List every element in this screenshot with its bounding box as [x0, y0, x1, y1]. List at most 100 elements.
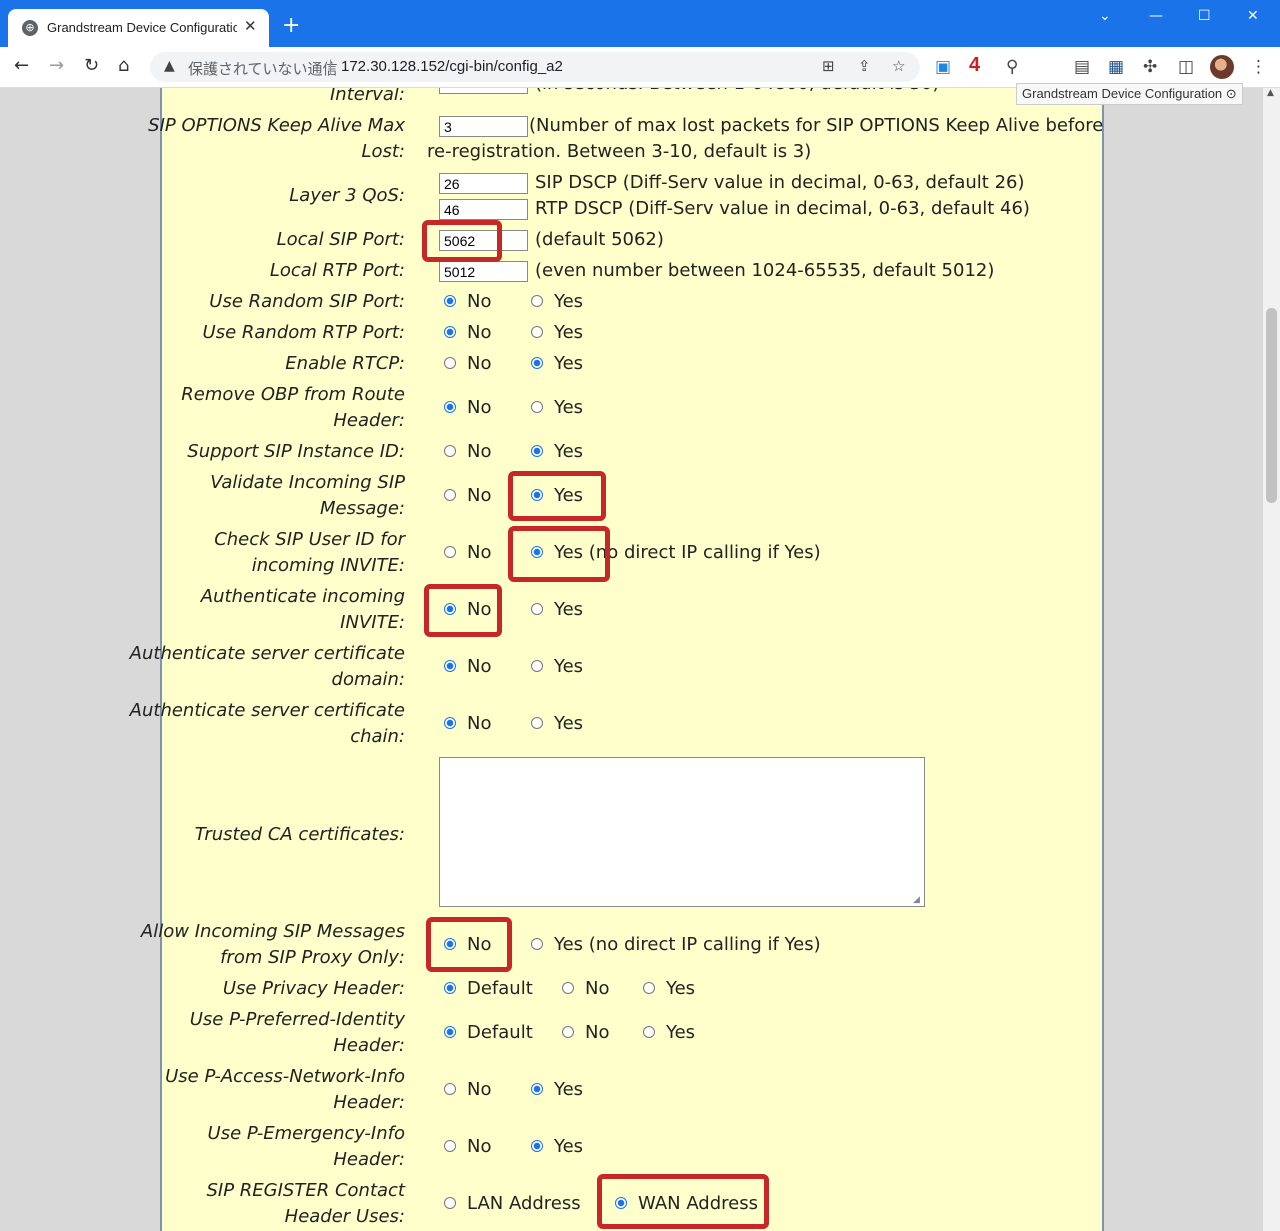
scrollbar-thumb[interactable]: [1266, 308, 1277, 503]
random-sip-port-yes-label[interactable]: Yes: [554, 289, 583, 315]
local-rtp-port-input[interactable]: 5012: [439, 261, 528, 282]
check-user-id-label-1: Check SIP User ID for: [214, 529, 405, 550]
p-preferred-yes-label[interactable]: Yes: [666, 1020, 695, 1046]
privacy-no-label[interactable]: No: [585, 976, 609, 1002]
options-max-lost-input[interactable]: 3: [439, 116, 528, 137]
auth-cert-domain-yes-radio[interactable]: [531, 660, 543, 672]
p-access-yes-radio[interactable]: [531, 1083, 543, 1095]
privacy-yes-radio[interactable]: [643, 982, 655, 994]
p-emergency-no-radio[interactable]: [444, 1140, 456, 1152]
validate-incoming-no-radio[interactable]: [444, 489, 456, 501]
random-rtp-port-no-radio[interactable]: [444, 326, 456, 338]
auth-invite-yes-label[interactable]: Yes: [554, 597, 583, 623]
privacy-default-radio[interactable]: [444, 982, 456, 994]
p-preferred-default-radio[interactable]: [444, 1026, 456, 1038]
auth-cert-domain-yes-label[interactable]: Yes: [554, 654, 583, 680]
url-text[interactable]: 172.30.128.152/cgi-bin/config_a2: [341, 58, 563, 75]
sip-instance-id-yes-label[interactable]: Yes: [554, 439, 583, 465]
sip-instance-id-yes-radio[interactable]: [531, 445, 543, 457]
share-icon[interactable]: ⇪: [858, 57, 871, 75]
random-sip-port-no-label[interactable]: No: [467, 289, 491, 315]
remove-obp-no-radio[interactable]: [444, 401, 456, 413]
remove-obp-label-1: Remove OBP from Route: [181, 384, 405, 405]
p-emergency-no-label[interactable]: No: [467, 1134, 491, 1160]
scroll-up-icon[interactable]: ▲: [1267, 88, 1274, 98]
close-window-button[interactable]: ✕: [1247, 8, 1259, 24]
enable-rtcp-no-radio[interactable]: [444, 357, 456, 369]
vertical-scrollbar[interactable]: ▲: [1263, 88, 1280, 1231]
auth-cert-domain-label-1: Authenticate server certificate: [129, 643, 405, 664]
p-access-no-label[interactable]: No: [467, 1077, 491, 1103]
maximize-button[interactable]: ☐: [1198, 8, 1211, 24]
proxy-only-yes-label[interactable]: Yes (no direct IP calling if Yes): [554, 932, 821, 958]
validate-incoming-no-label[interactable]: No: [467, 483, 491, 509]
extensions-puzzle-icon[interactable]: ✣: [1143, 57, 1157, 77]
extension-chat-icon[interactable]: ▤: [1074, 57, 1090, 77]
side-panel-icon[interactable]: ◫: [1178, 57, 1194, 77]
close-tab-icon[interactable]: ✕: [244, 17, 257, 35]
minimize-button[interactable]: —: [1149, 8, 1163, 24]
auth-cert-domain-no-label[interactable]: No: [467, 654, 491, 680]
highlight-proxy-only-no: [426, 917, 512, 972]
p-preferred-no-radio[interactable]: [562, 1026, 574, 1038]
auth-cert-chain-no-radio[interactable]: [444, 717, 456, 729]
extension-app-icon[interactable]: ▦: [1108, 57, 1124, 77]
check-user-id-no-radio[interactable]: [444, 546, 456, 558]
p-emergency-yes-radio[interactable]: [531, 1140, 543, 1152]
privacy-default-label[interactable]: Default: [467, 976, 533, 1002]
p-access-no-radio[interactable]: [444, 1083, 456, 1095]
forward-icon[interactable]: →: [49, 55, 64, 76]
random-sip-port-yes-radio[interactable]: [531, 295, 543, 307]
security-label[interactable]: 保護されていない通信: [188, 58, 338, 79]
auth-cert-chain-yes-label[interactable]: Yes: [554, 711, 583, 737]
sip-dscp-input[interactable]: 26: [439, 173, 528, 194]
resize-handle-icon[interactable]: ◢: [913, 895, 1261, 1230]
p-preferred-default-label[interactable]: Default: [467, 1020, 533, 1046]
p-preferred-yes-radio[interactable]: [643, 1026, 655, 1038]
warning-icon[interactable]: ▲: [164, 58, 175, 74]
auth-cert-chain-yes-radio[interactable]: [531, 717, 543, 729]
reload-icon[interactable]: ↻: [84, 55, 99, 76]
new-tab-button[interactable]: +: [282, 13, 300, 38]
back-icon[interactable]: ←: [14, 55, 29, 76]
random-rtp-port-yes-radio[interactable]: [531, 326, 543, 338]
p-access-yes-label[interactable]: Yes: [554, 1077, 583, 1103]
auth-cert-chain-no-label[interactable]: No: [467, 711, 491, 737]
p-emergency-yes-label[interactable]: Yes: [554, 1134, 583, 1160]
sip-instance-id-no-radio[interactable]: [444, 445, 456, 457]
enable-rtcp-no-label[interactable]: No: [467, 351, 491, 377]
auth-invite-yes-radio[interactable]: [531, 603, 543, 615]
remove-obp-yes-radio[interactable]: [531, 401, 543, 413]
privacy-yes-label[interactable]: Yes: [666, 976, 695, 1002]
keepalive-interval-input[interactable]: [439, 88, 528, 94]
remove-obp-no-label[interactable]: No: [467, 395, 491, 421]
random-sip-port-no-radio[interactable]: [444, 295, 456, 307]
random-rtp-port-yes-label[interactable]: Yes: [554, 320, 583, 346]
menu-kebab-icon[interactable]: ⋮: [1250, 57, 1267, 77]
extension-badge[interactable]: 4: [969, 54, 980, 77]
privacy-no-radio[interactable]: [562, 982, 574, 994]
options-max-lost-hint-1: (Number of max lost packets for SIP OPTI…: [529, 115, 1104, 136]
register-lan-radio[interactable]: [444, 1197, 456, 1209]
bookmark-star-icon[interactable]: ☆: [892, 57, 905, 75]
sip-instance-id-no-label[interactable]: No: [467, 439, 491, 465]
check-user-id-no-label[interactable]: No: [467, 540, 491, 566]
register-lan-label[interactable]: LAN Address: [467, 1191, 581, 1217]
enable-rtcp-yes-label[interactable]: Yes: [554, 351, 583, 377]
rtp-dscp-input[interactable]: 46: [439, 199, 528, 220]
trusted-ca-textarea[interactable]: [439, 757, 925, 907]
proxy-only-yes-radio[interactable]: [531, 938, 543, 950]
tab-search-icon[interactable]: ⌄: [1099, 8, 1111, 24]
auth-cert-domain-no-radio[interactable]: [444, 660, 456, 672]
random-rtp-port-no-label[interactable]: No: [467, 320, 491, 346]
browser-tab[interactable]: ⊕ Grandstream Device Configuratio ✕: [8, 9, 269, 47]
remove-obp-yes-label[interactable]: Yes: [554, 395, 583, 421]
location-pin-icon[interactable]: ⚲: [1006, 57, 1018, 77]
home-icon[interactable]: ⌂: [118, 55, 129, 76]
p-preferred-no-label[interactable]: No: [585, 1020, 609, 1046]
extension-window-icon[interactable]: ▣: [935, 57, 951, 77]
profile-avatar[interactable]: [1210, 55, 1234, 79]
address-bar[interactable]: ▲ 保護されていない通信 | 172.30.128.152/cgi-bin/co…: [150, 52, 920, 82]
translate-icon[interactable]: ⊞: [822, 57, 835, 75]
enable-rtcp-yes-radio[interactable]: [531, 357, 543, 369]
